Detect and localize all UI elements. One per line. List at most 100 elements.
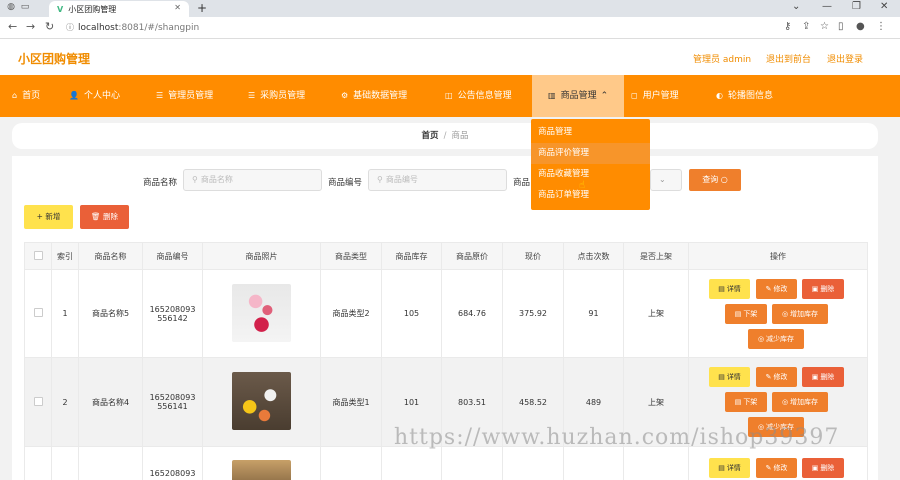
trash-icon: ▣ — [811, 464, 819, 472]
menu-item-product-reviews[interactable]: 商品评价管理 — [531, 143, 650, 164]
col-header: 商品名称 — [78, 242, 143, 270]
detail-button[interactable]: ▤ 详情 — [709, 458, 750, 478]
nav-item-notices[interactable]: ◫ 公告信息管理 — [445, 75, 512, 117]
blank-tab-icon[interactable]: ▭ — [18, 2, 32, 12]
product-photo[interactable] — [232, 283, 291, 342]
col-header: 是否上架 — [623, 242, 689, 270]
reload-icon[interactable]: ↻ — [45, 20, 54, 33]
address-bar-row: ← → ↻ ⓘ localhost:8081/#/shangpin ⚷ ⇪ ☆ ▯… — [0, 17, 900, 39]
product-photo[interactable] — [232, 372, 291, 430]
cell-ops: ▤ 详情 ✎ 修改 ▣ 删除 — [688, 446, 868, 480]
close-tab-icon[interactable]: ✕ — [174, 3, 181, 12]
product-photo[interactable] — [232, 460, 291, 480]
image-icon: ◐ — [716, 91, 723, 100]
nav-item-home[interactable]: ⌂ 首页 — [12, 75, 40, 117]
cell-price — [502, 446, 564, 480]
menu-item-product-favorites[interactable]: 商品收藏管理 — [531, 164, 650, 185]
search-code-placeholder: 商品编号 — [385, 175, 418, 184]
cell-code: 165208093 556141 — [142, 357, 203, 447]
delete-button[interactable]: ▣ 删除 — [802, 279, 844, 299]
row-checkbox[interactable] — [33, 308, 43, 317]
nav-item-products[interactable]: ▥ 商品管理 ⌃ — [532, 75, 625, 117]
select-all-checkbox[interactable] — [33, 250, 43, 260]
delete-button[interactable]: ▣ 删除 — [802, 458, 844, 478]
menu-item-product-manage[interactable]: 商品管理 — [531, 122, 650, 143]
chevron-down-icon: ⌄ — [659, 175, 666, 184]
pencil-icon: ✎ — [765, 373, 772, 381]
search-name-input[interactable]: ⚲ 商品名称 — [183, 169, 322, 191]
delete-button[interactable]: ▣ 删除 — [802, 367, 844, 387]
tab-title: 小区团购管理 — [68, 5, 117, 14]
nav-item-admins[interactable]: ☰ 管理员管理 — [156, 75, 213, 117]
nav-item-profile[interactable]: 👤 个人中心 — [69, 75, 120, 117]
search-icon: ⚲ — [377, 175, 383, 184]
search-code-input[interactable]: ⚲ 商品编号 — [368, 169, 507, 191]
search-icon: ○ — [720, 175, 728, 184]
row-select-cell[interactable] — [24, 357, 52, 447]
nav-item-base-data[interactable]: ⚙ 基础数据管理 — [341, 75, 407, 117]
minimize-icon[interactable]: — — [822, 1, 832, 12]
add-button[interactable]: + 新增 — [24, 205, 73, 229]
new-tab-button[interactable]: + — [197, 1, 207, 15]
main-nav: ⌂ 首页 👤 个人中心 ☰ 管理员管理 ☰ 采购员管理 ⚙ 基础数据管理 ◫ 公告信息管理 … — [0, 75, 900, 117]
bookmark-star-icon[interactable]: ☆ — [820, 21, 829, 32]
browser-tab-active[interactable]: V 小区团购管理 ✕ — [49, 1, 189, 17]
profile-icon[interactable]: ● — [856, 21, 865, 32]
key-icon[interactable]: ⚷ — [784, 21, 791, 32]
trash-icon: ▣ — [811, 373, 819, 381]
user-icon: 👤 — [69, 91, 79, 100]
row-checkbox[interactable] — [33, 396, 43, 406]
query-button[interactable]: 查询 ○ — [689, 169, 741, 191]
share-icon[interactable]: ⇪ — [802, 21, 810, 32]
cell-index: 2 — [51, 357, 79, 447]
tab-search-icon[interactable]: ⌄ — [792, 1, 800, 12]
edit-button[interactable]: ✎ 修改 — [756, 367, 797, 387]
nav-item-carousel[interactable]: ◐ 轮播图信息 — [716, 75, 773, 117]
cell-name: 商品名称5 — [78, 269, 143, 358]
forward-icon[interactable]: → — [26, 20, 35, 33]
unlist-button[interactable]: ▤ 下架 — [725, 304, 767, 324]
select-all-cell[interactable] — [24, 242, 52, 270]
close-window-icon[interactable]: ✕ — [880, 1, 888, 12]
browser-tabstrip: ◍ ▭ V 小区团购管理 ✕ + ⌄ — ❐ ✕ — [0, 0, 900, 17]
row-select-cell[interactable] — [24, 269, 52, 358]
sidepanel-icon[interactable]: ▯ — [838, 21, 844, 32]
pencil-icon: ✎ — [765, 285, 772, 293]
globe-icon[interactable]: ◍ — [4, 2, 18, 12]
admin-label: 管理员 admin — [693, 55, 752, 65]
edit-button[interactable]: ✎ 修改 — [756, 458, 797, 478]
add-stock-button[interactable]: ◎ 增加库存 — [772, 392, 828, 412]
unlist-button[interactable]: ▤ 下架 — [725, 392, 767, 412]
plus-icon: + — [36, 212, 43, 221]
detail-button[interactable]: ▤ 详情 — [709, 279, 750, 299]
row-select-cell[interactable] — [24, 446, 52, 480]
cell-type: 商品类型2 — [320, 269, 382, 358]
cell-type: 商品类型1 — [320, 357, 382, 447]
pencil-icon: ✎ — [765, 464, 772, 472]
search-name-placeholder: 商品名称 — [200, 175, 233, 184]
nav-item-users[interactable]: ◻ 用户管理 — [631, 75, 679, 117]
detail-button[interactable]: ▤ 详情 — [709, 367, 750, 387]
info-icon[interactable]: ⓘ — [66, 23, 74, 32]
search-type-select[interactable]: ⌄ — [650, 169, 682, 191]
menu-dots-icon[interactable]: ⋮ — [876, 21, 886, 32]
url-field[interactable]: ⓘ localhost:8081/#/shangpin — [66, 20, 836, 36]
reduce-stock-button[interactable]: ◎ 减少库存 — [748, 329, 804, 349]
back-to-front-link[interactable]: 退出到前台 — [766, 52, 811, 65]
menu-item-product-orders[interactable]: 商品订单管理 — [531, 185, 650, 206]
bulk-delete-button[interactable]: 🗑 删除 — [80, 205, 129, 229]
pinned-tabs[interactable]: ◍ ▭ — [4, 2, 44, 15]
logout-link[interactable]: 退出登录 — [827, 52, 863, 65]
list-icon: ☰ — [156, 91, 164, 100]
table-row: 1 商品名称5 165208093 556142 商品类型2 105 684.76… — [24, 269, 868, 358]
breadcrumb-home[interactable]: 首页 — [422, 131, 439, 141]
cell-name: 商品名称4 — [78, 357, 143, 447]
add-stock-button[interactable]: ◎ 增加库存 — [772, 304, 828, 324]
edit-button[interactable]: ✎ 修改 — [756, 279, 797, 299]
restore-icon[interactable]: ❐ — [852, 1, 861, 12]
back-icon[interactable]: ← — [8, 20, 17, 33]
cell-code: 165208093 556142 — [142, 269, 203, 358]
pin-icon: ◎ — [781, 310, 789, 318]
home-icon: ⌂ — [12, 91, 18, 100]
nav-item-buyers[interactable]: ☰ 采购员管理 — [248, 75, 305, 117]
